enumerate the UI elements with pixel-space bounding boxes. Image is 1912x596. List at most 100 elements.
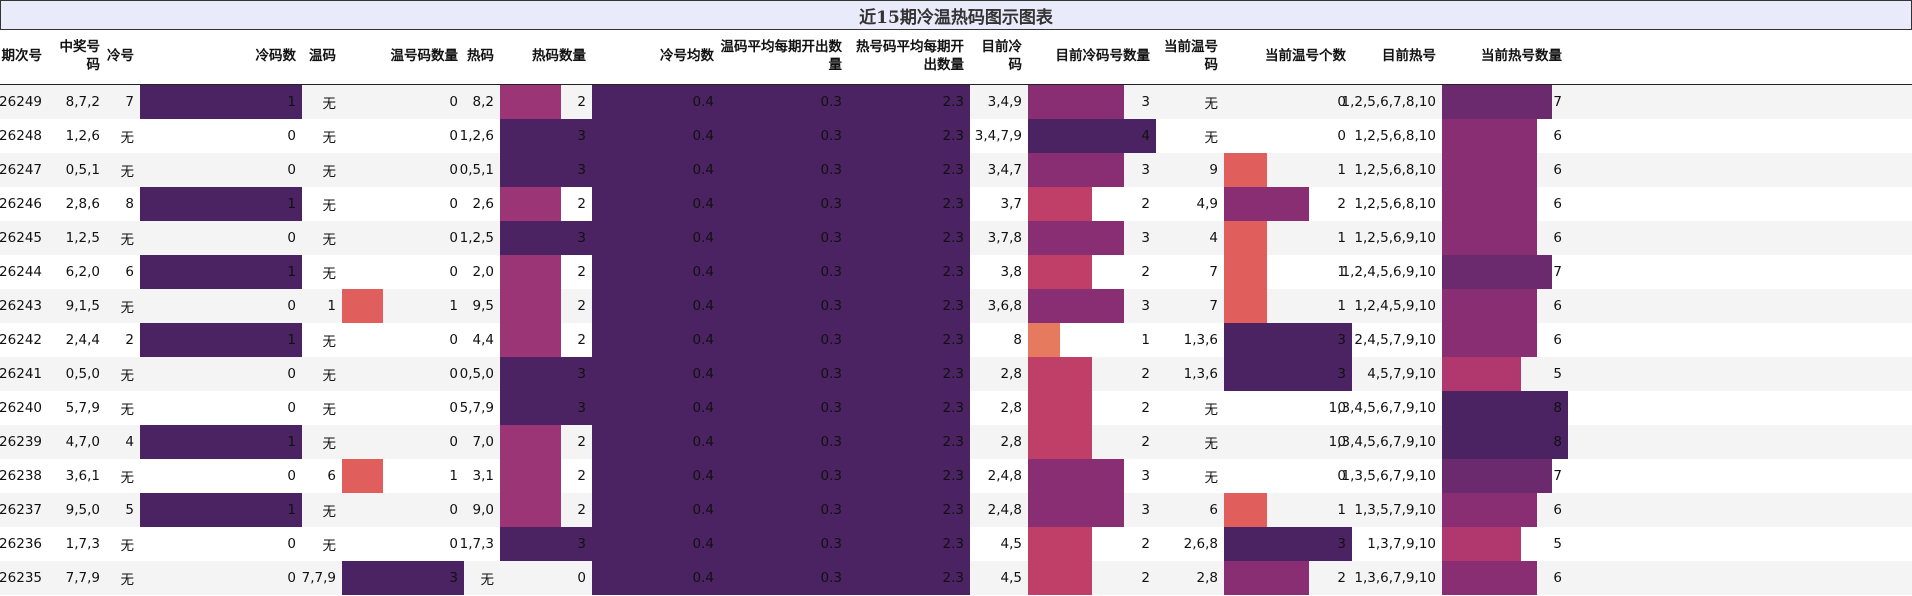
cell-cur_hot_count: 6 <box>1553 502 1562 518</box>
cell-warm_avg: 0.3 <box>820 298 842 314</box>
cell-cold_avg: 0.4 <box>692 162 714 178</box>
cell-cold_count: 1 <box>287 196 296 212</box>
cell-cur_cold_count: 3 <box>1141 502 1150 518</box>
cell-warm_avg: 0.3 <box>820 196 842 212</box>
cell-hot: 无 <box>480 572 495 588</box>
cell-hot_avg: 2.3 <box>942 230 964 246</box>
cell-warm_count: 0 <box>449 230 458 246</box>
cell-hot: 1,2,5 <box>459 230 494 246</box>
cell-period: 26238 <box>0 468 42 484</box>
cell-warm: 无 <box>322 504 337 520</box>
cell-cur_hot: 2,4,5,7,9,10 <box>1354 332 1436 348</box>
cell-hot: 1,2,6 <box>459 128 494 144</box>
cell-cur_warm_count: 3 <box>1337 536 1346 552</box>
cell-cur_cold: 4,5 <box>1000 536 1022 552</box>
cell-warm: 无 <box>322 538 337 554</box>
cell-warm_count: 0 <box>449 196 458 212</box>
cell-cur_cold_count: 2 <box>1141 570 1150 586</box>
cell-draw: 6,2,0 <box>65 264 100 280</box>
cell-warm: 无 <box>322 334 337 350</box>
cell-draw: 1,2,5 <box>65 230 100 246</box>
cell-cur_hot_count: 6 <box>1553 196 1562 212</box>
cell-cold: 无 <box>120 572 135 588</box>
cell-hot_count: 0 <box>577 570 586 586</box>
column-header-hot: 热码 <box>467 48 494 65</box>
cell-cold_count: 0 <box>287 536 296 552</box>
cell-cold_count: 0 <box>287 128 296 144</box>
cell-cur_cold: 3,4,7,9 <box>974 128 1022 144</box>
cell-cold: 4 <box>125 434 134 450</box>
cell-cur_warm: 4,9 <box>1196 196 1218 212</box>
cell-cur_hot_count: 6 <box>1553 162 1562 178</box>
cell-cold: 无 <box>120 130 135 146</box>
cell-hot_count: 3 <box>577 366 586 382</box>
cell-hot_count: 3 <box>577 230 586 246</box>
cell-cur_hot_count: 6 <box>1553 128 1562 144</box>
cell-cur_cold: 3,6,8 <box>987 298 1022 314</box>
column-header-cold_avg: 冷号均数 <box>660 48 714 65</box>
cell-cur_cold: 3,7 <box>1000 196 1022 212</box>
cell-cur_cold_count: 2 <box>1141 264 1150 280</box>
cell-warm: 无 <box>322 368 337 384</box>
cell-hot_avg: 2.3 <box>942 298 964 314</box>
cell-cur_warm: 无 <box>1204 470 1219 486</box>
column-header-cur_hot_count: 当前热号数量 <box>1481 48 1562 65</box>
cell-cold_avg: 0.4 <box>692 94 714 110</box>
cell-cur_hot: 1,2,5,6,9,10 <box>1354 230 1436 246</box>
column-header-cur_warm: 当前温号码 <box>1164 39 1218 73</box>
chart-table: 近15期冷温热码图示图表 期次号 中奖号码 冷号 冷码数 温码 温号码数量 热码 热码数量 冷号… <box>0 0 1912 596</box>
cell-cold: 8 <box>125 196 134 212</box>
cell-hot_count: 2 <box>577 196 586 212</box>
cell-cur_cold_count: 3 <box>1141 298 1150 314</box>
cell-hot_count: 3 <box>577 400 586 416</box>
cell-hot_avg: 2.3 <box>942 570 964 586</box>
cell-cur_warm_count: 1 <box>1337 162 1346 178</box>
cell-draw: 0,5,1 <box>65 162 100 178</box>
cell-draw: 2,4,4 <box>65 332 100 348</box>
cell-cold: 7 <box>125 94 134 110</box>
cell-period: 26247 <box>0 162 42 178</box>
cell-hot: 1,7,3 <box>459 536 494 552</box>
cell-draw: 4,7,0 <box>65 434 100 450</box>
column-header-warm_avg: 温码平均每期开出数量 <box>720 39 843 73</box>
cell-cur_cold_count: 2 <box>1141 400 1150 416</box>
cell-cold_count: 0 <box>287 468 296 484</box>
cell-cur_warm: 9 <box>1209 162 1218 178</box>
cell-cold: 2 <box>125 332 134 348</box>
cell-cur_warm: 无 <box>1204 130 1219 146</box>
cell-period: 26236 <box>0 536 42 552</box>
cell-cur_cold: 2,8 <box>1000 434 1022 450</box>
cell-cur_hot_count: 7 <box>1553 94 1562 110</box>
cell-warm: 6 <box>327 468 336 484</box>
cell-cur_hot: 4,5,7,9,10 <box>1367 366 1436 382</box>
cell-hot: 0,5,0 <box>459 366 494 382</box>
cell-warm_count: 0 <box>449 502 458 518</box>
cell-cold_avg: 0.4 <box>692 536 714 552</box>
cell-hot_avg: 2.3 <box>942 264 964 280</box>
column-header-warm: 温码 <box>309 48 336 65</box>
cell-period: 26249 <box>0 94 42 110</box>
cell-cur_cold: 2,8 <box>1000 400 1022 416</box>
cell-cold: 无 <box>120 368 135 384</box>
cell-hot_avg: 2.3 <box>942 94 964 110</box>
cell-cur_hot: 1,3,4,5,6,7,9,10 <box>1328 434 1436 450</box>
cell-warm_avg: 0.3 <box>820 230 842 246</box>
cell-cur_cold_count: 3 <box>1141 162 1150 178</box>
cell-hot_count: 2 <box>577 264 586 280</box>
cell-warm: 无 <box>322 402 337 418</box>
cell-cur_warm_count: 3 <box>1337 366 1346 382</box>
column-header-cur_cold: 目前冷码 <box>981 39 1023 73</box>
cell-cur_hot: 1,3,4,5,6,7,9,10 <box>1328 400 1436 416</box>
cell-cur_cold: 3,8 <box>1000 264 1022 280</box>
cell-hot: 0,5,1 <box>459 162 494 178</box>
cell-warm: 7,7,9 <box>301 570 336 586</box>
cell-warm_avg: 0.3 <box>820 536 842 552</box>
cell-cur_warm_count: 0 <box>1337 128 1346 144</box>
cell-cur_hot_count: 7 <box>1553 468 1562 484</box>
cell-cur_warm_count: 3 <box>1337 332 1346 348</box>
cell-cur_hot: 1,3,6,7,9,10 <box>1354 570 1436 586</box>
cell-cur_hot: 1,3,7,9,10 <box>1367 536 1436 552</box>
cell-hot_avg: 2.3 <box>942 468 964 484</box>
cell-warm_count: 0 <box>449 264 458 280</box>
cell-cold_count: 1 <box>287 502 296 518</box>
